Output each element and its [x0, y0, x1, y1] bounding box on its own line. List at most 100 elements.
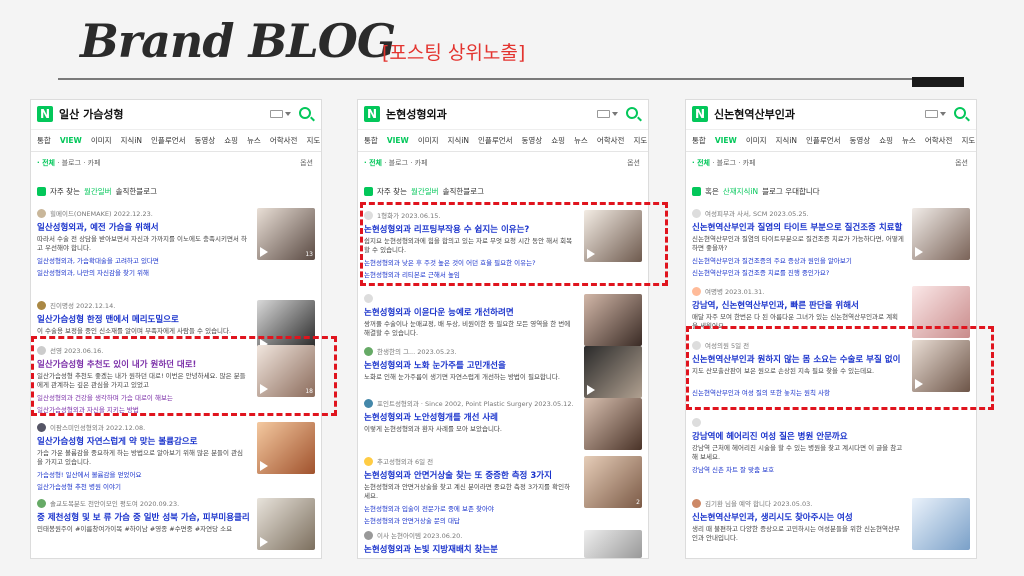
- tab-kin[interactable]: 지식iN: [776, 135, 798, 146]
- naver-logo-icon[interactable]: N: [37, 106, 53, 122]
- post-title-link[interactable]: 신논현역산부인과, 생리시도 찾아주시는 여성: [692, 511, 904, 523]
- options-button[interactable]: 옵션: [955, 158, 968, 168]
- video-thumbnail[interactable]: [912, 208, 970, 260]
- post-title-link[interactable]: 강남역에 헤어리진 여성 질은 병원 안문까요: [692, 430, 904, 442]
- post-title-link[interactable]: 일산가슴성형 자연스럽게 약 맞는 볼륨감으로: [37, 435, 249, 447]
- post-title-link[interactable]: 중 제천성형 및 보 류 가슴 중 일반 성북 가슴, 피부미용클리니 운..: [37, 511, 249, 523]
- filter-all[interactable]: · 전체: [364, 159, 382, 167]
- filter-blog[interactable]: · 블로그: [57, 159, 81, 167]
- tab-shopping[interactable]: 쇼핑: [551, 135, 565, 146]
- post-title-link[interactable]: 논현성형외과 노안성형개를 개선 사례: [364, 411, 576, 423]
- tab-kin[interactable]: 지식iN: [121, 135, 143, 146]
- tab-images[interactable]: 이미지: [746, 135, 767, 146]
- tab-images[interactable]: 이미지: [91, 135, 112, 146]
- search-bar[interactable]: N 신논현역산부인과: [686, 100, 976, 130]
- related-link[interactable]: 신논현역산부인과 질건조증 치료를 진행 중인가요?: [692, 267, 904, 277]
- video-thumbnail[interactable]: [257, 498, 315, 550]
- tab-images[interactable]: 이미지: [418, 135, 439, 146]
- chevron-down-icon[interactable]: [285, 112, 291, 116]
- naver-logo-icon[interactable]: N: [692, 106, 708, 122]
- tab-video[interactable]: 동영상: [195, 135, 216, 146]
- search-icon[interactable]: [954, 107, 966, 119]
- image-thumbnail[interactable]: [584, 530, 642, 558]
- post-title-link[interactable]: 논현성형외과 안면거상술 찾는 또 중증한 측정 3가지: [364, 469, 576, 481]
- filter-cafe[interactable]: · 카페: [83, 159, 100, 167]
- post-snippet: 따라서 수술 전 상담을 받아보면서 자신과 가까지를 이노에도 충족시키면서 …: [37, 235, 247, 252]
- keyboard-icon[interactable]: [270, 110, 283, 118]
- post-title-link[interactable]: 일산가슴성형 한정 맨에서 메리도밀으로: [37, 313, 249, 325]
- filter-cafe[interactable]: · 카페: [738, 159, 755, 167]
- filter-all[interactable]: · 전체: [692, 159, 710, 167]
- related-link[interactable]: 논현성형외과 입술이 전문가로 중에 보존 찾아야: [364, 503, 576, 513]
- tab-shopping[interactable]: 쇼핑: [879, 135, 893, 146]
- tab-map[interactable]: 지도: [961, 135, 975, 146]
- options-button[interactable]: 옵션: [300, 158, 313, 168]
- video-thumbnail[interactable]: 2: [584, 456, 642, 508]
- tab-influencer[interactable]: 인플루언서: [478, 135, 513, 146]
- post-title-link[interactable]: 신논현역산부인과 질염의 타이트 부분으로 질건조증 치료할 수 있다면: [692, 221, 904, 233]
- related-link[interactable]: 일산성형외과, 가슴확대술을 고려하고 있다면: [37, 255, 249, 265]
- keyboard-icon[interactable]: [925, 110, 938, 118]
- tab-map[interactable]: 지도: [306, 135, 320, 146]
- tab-view[interactable]: VIEW: [60, 136, 82, 145]
- tab-news[interactable]: 뉴스: [574, 135, 588, 146]
- section-highlight[interactable]: 산재지식iN: [723, 186, 758, 197]
- image-thumbnail[interactable]: [584, 398, 642, 450]
- post-title-link[interactable]: 일산성형외과, 예전 가슴을 위해서: [37, 221, 249, 233]
- header-divider-accent: [912, 77, 964, 87]
- tab-integrated[interactable]: 통합: [692, 135, 706, 146]
- search-bar[interactable]: N 논현성형외과: [358, 100, 648, 130]
- search-input[interactable]: 논현성형외과: [386, 106, 447, 122]
- tab-news[interactable]: 뉴스: [247, 135, 261, 146]
- image-thumbnail[interactable]: [584, 294, 642, 346]
- video-thumbnail[interactable]: [584, 346, 642, 398]
- highlight-box-nonhyeon: [360, 202, 668, 286]
- tab-influencer[interactable]: 인플루언서: [151, 135, 186, 146]
- tab-video[interactable]: 동영상: [850, 135, 871, 146]
- post-meta: 한생한의 그... 2023.05.23.: [377, 348, 457, 356]
- image-thumbnail[interactable]: [912, 498, 970, 550]
- section-highlight[interactable]: 월간일버: [84, 186, 112, 197]
- filter-blog[interactable]: · 블로그: [712, 159, 736, 167]
- options-button[interactable]: 옵션: [627, 158, 640, 168]
- search-input[interactable]: 일산 가슴성형: [59, 106, 124, 122]
- related-link[interactable]: 가슴성형! 일산에서 볼륨감을 얻었어요: [37, 469, 249, 479]
- tab-news[interactable]: 뉴스: [902, 135, 916, 146]
- video-thumbnail[interactable]: [257, 422, 315, 474]
- filter-all[interactable]: · 전체: [37, 159, 55, 167]
- tab-dictionary[interactable]: 어학사전: [597, 135, 625, 146]
- tab-dictionary[interactable]: 어학사전: [270, 135, 298, 146]
- search-icon[interactable]: [626, 107, 638, 119]
- tab-integrated[interactable]: 통합: [364, 135, 378, 146]
- section-highlight[interactable]: 월간일버: [411, 186, 439, 197]
- tab-view[interactable]: VIEW: [715, 136, 737, 145]
- related-link[interactable]: 강남역 신촌 차트 잘 맞춤 보호: [692, 464, 904, 474]
- search-bar[interactable]: N 일산 가슴성형: [31, 100, 321, 130]
- search-icon[interactable]: [299, 107, 311, 119]
- related-link[interactable]: 일산가슴성형 추천 병원 이야기: [37, 481, 249, 491]
- tab-video[interactable]: 동영상: [522, 135, 543, 146]
- tab-influencer[interactable]: 인플루언서: [806, 135, 841, 146]
- filter-cafe[interactable]: · 카페: [410, 159, 427, 167]
- filter-blog[interactable]: · 블로그: [384, 159, 408, 167]
- post-title-link[interactable]: 논현성형외과 논빛 지방재배치 찾는분: [364, 543, 576, 555]
- tab-shopping[interactable]: 쇼핑: [224, 135, 238, 146]
- tab-integrated[interactable]: 통합: [37, 135, 51, 146]
- naver-logo-icon[interactable]: N: [364, 106, 380, 122]
- video-thumbnail[interactable]: 13: [257, 208, 315, 260]
- keyboard-icon[interactable]: [597, 110, 610, 118]
- tab-kin[interactable]: 지식iN: [448, 135, 470, 146]
- chevron-down-icon[interactable]: [940, 112, 946, 116]
- thumbnail-count: 13: [305, 251, 313, 258]
- tab-map[interactable]: 지도: [633, 135, 647, 146]
- post-title-link[interactable]: 논현성형외과 노화 눈가주를 고민개선을: [364, 359, 576, 371]
- related-link[interactable]: 논현성형외과 안면거상술 문의 대답: [364, 515, 576, 525]
- search-input[interactable]: 신논현역산부인과: [714, 106, 795, 122]
- post-title-link[interactable]: 논현성형외과 이윤다운 능예로 개선하려면: [364, 306, 576, 318]
- tab-view[interactable]: VIEW: [387, 136, 409, 145]
- tab-dictionary[interactable]: 어학사전: [925, 135, 953, 146]
- related-link[interactable]: 일산성형외과, 나만의 자신감을 찾기 위해: [37, 267, 249, 277]
- related-link[interactable]: 신논현역산부인과 질건조증의 주요 증상과 원인을 알아보기: [692, 255, 904, 265]
- post-title-link[interactable]: 강남역, 신논현역산부인과, 빠른 판단을 위해서: [692, 299, 904, 311]
- chevron-down-icon[interactable]: [612, 112, 618, 116]
